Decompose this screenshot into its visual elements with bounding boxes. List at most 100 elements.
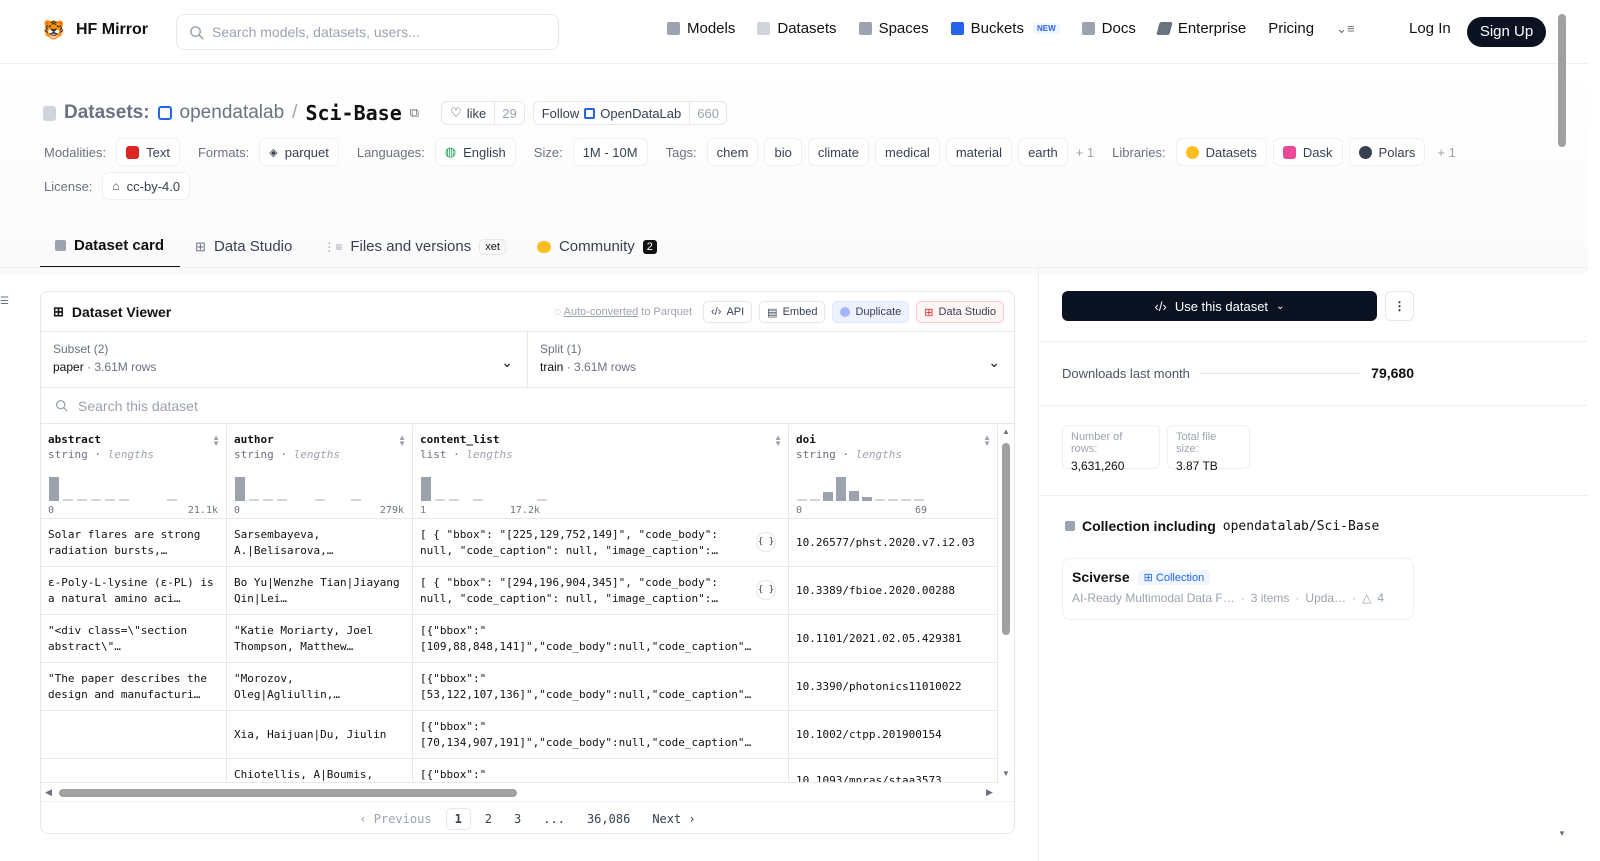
table-row[interactable]: ε-Poly-L-lysine (ε-PL) is a natural amin… <box>41 567 998 615</box>
more-options-icon[interactable]: ⋮ <box>1385 291 1414 321</box>
cell-abstract[interactable]: ε-Poly-L-lysine (ε-PL) is a natural amin… <box>41 567 227 615</box>
cell-doi[interactable]: 10.3390/photonics11010022 <box>789 663 998 711</box>
expand-json-icon[interactable]: { } <box>756 532 776 552</box>
nav-spaces[interactable]: Spaces <box>858 20 929 37</box>
cell-content-list[interactable]: [{"bbox":"[70,134,907,191]","code_body":… <box>413 711 789 759</box>
tag-language[interactable]: ◍ English <box>434 138 516 166</box>
nav-enterprise[interactable]: Enterprise <box>1156 20 1246 37</box>
duplicate-button[interactable]: Duplicate <box>832 301 910 323</box>
previous-page-button[interactable]: ‹ Previous <box>351 809 439 829</box>
grid-horizontal-scrollbar[interactable]: ◀ ▶ <box>41 786 998 800</box>
signup-button[interactable]: Sign Up <box>1467 17 1546 47</box>
next-page-button[interactable]: Next › <box>644 809 703 829</box>
cell-doi[interactable]: 10.26577/phst.2020.v7.i2.03 <box>789 519 998 567</box>
cell-content-list[interactable]: [ { "bbox": "[294,196,904,345]", "code_b… <box>413 567 789 615</box>
scroll-down-icon[interactable]: ▼ <box>1558 829 1566 838</box>
table-row[interactable]: "The paper describes the design and manu… <box>41 663 998 711</box>
tab-dataset-card[interactable]: Dataset card <box>40 225 181 268</box>
column-header-author[interactable]: author string · lengths ▲ ▼ 0 279k <box>227 425 413 519</box>
cell-author[interactable]: "Katie Moriarty, Joel Thompson, Matthew… <box>227 615 413 663</box>
api-button[interactable]: ‹/› API <box>703 301 753 323</box>
page-button[interactable]: 36,086 <box>579 809 638 829</box>
cell-doi[interactable]: 10.1093/mnras/staa3573 <box>789 759 998 782</box>
sort-icon[interactable]: ▲ ▼ <box>398 434 406 448</box>
subset-select[interactable]: Subset (2) paper · 3.61M rows ⌄ <box>41 332 527 387</box>
sort-icon[interactable]: ▲ ▼ <box>774 434 782 448</box>
nav-docs[interactable]: Docs <box>1081 20 1136 37</box>
repo-name[interactable]: Sci-Base <box>305 101 401 125</box>
cell-doi[interactable]: 10.1002/ctpp.201900154 <box>789 711 998 759</box>
cell-doi[interactable]: 10.3389/fbioe.2020.00288 <box>789 567 998 615</box>
scroll-right-icon[interactable]: ▶ <box>986 787 993 798</box>
embed-button[interactable]: ▤ Embed <box>759 301 826 323</box>
page-button[interactable]: 2 <box>477 809 500 829</box>
cell-content-list[interactable]: [ { "bbox": "[225,129,752,149]", "code_b… <box>413 519 789 567</box>
scrollbar-thumb[interactable] <box>1002 443 1010 635</box>
nav-models[interactable]: Models <box>667 20 735 37</box>
cell-abstract[interactable] <box>41 759 227 782</box>
scroll-up-icon[interactable]: ▲ <box>1002 427 1010 436</box>
tag-library[interactable]: Datasets <box>1175 138 1267 166</box>
cell-abstract[interactable] <box>41 711 227 759</box>
split-select[interactable]: Split (1) train · 3.61M rows ⌄ <box>527 332 1014 387</box>
use-this-dataset-button[interactable]: ‹/› Use this dataset ⌄ <box>1062 291 1377 321</box>
tag-item[interactable]: bio <box>764 138 802 166</box>
tag-license[interactable]: ⌂ cc-by-4.0 <box>102 172 191 200</box>
tag-format[interactable]: ◈ parquet <box>259 138 339 166</box>
tab-community[interactable]: Community 2 <box>522 225 673 268</box>
tag-item[interactable]: material <box>945 138 1013 166</box>
page-button[interactable]: 3 <box>506 809 529 829</box>
cell-author[interactable]: Bo Yu|Wenzhe Tian|Jiayang Qin|Lei… <box>227 567 413 615</box>
cell-content-list[interactable]: [{"bbox":" <box>413 759 789 782</box>
tab-files[interactable]: ⋮≡ Files and versions xet <box>308 225 522 268</box>
tag-library[interactable]: Dask <box>1272 138 1343 166</box>
tag-item[interactable]: earth <box>1018 138 1068 166</box>
nav-datasets[interactable]: Datasets <box>757 20 837 37</box>
follow-button[interactable]: Follow OpenDataLab 660 <box>532 101 727 125</box>
column-header-doi[interactable]: doi string · lengths ▲ ▼ 0 69 <box>789 425 998 519</box>
like-button[interactable]: ♡ like 29 <box>441 101 525 125</box>
tag-item[interactable]: chem <box>706 138 759 166</box>
scrollbar-thumb[interactable] <box>1558 14 1566 147</box>
libraries-more[interactable]: + 1 <box>1437 145 1455 160</box>
scrollbar-thumb[interactable] <box>59 789 517 797</box>
cell-abstract[interactable]: "The paper describes the design and manu… <box>41 663 227 711</box>
nav-more-menu-icon[interactable]: ⌄≡ <box>1336 21 1354 37</box>
cell-author[interactable]: Sarsembayeva, A.|Belisarova,… <box>227 519 413 567</box>
table-row[interactable]: Xia, Haijuan|Du, Jiulin [{"bbox":"[70,13… <box>41 711 998 759</box>
grid-vertical-scrollbar[interactable]: ▲ ▼ <box>999 425 1014 783</box>
nav-buckets[interactable]: Buckets NEW <box>950 20 1060 37</box>
tag-item[interactable]: climate <box>807 138 870 166</box>
tag-item[interactable]: medical <box>875 138 940 166</box>
collection-card[interactable]: Sciverse ⊞ Collection AI-Ready Multimodal… <box>1062 558 1414 620</box>
global-search-input[interactable]: Search models, datasets, users... <box>176 14 559 50</box>
cell-author[interactable]: Chiotellis, A|Boumis, <box>227 759 413 782</box>
nav-pricing[interactable]: Pricing <box>1268 20 1314 37</box>
tag-library[interactable]: Polars <box>1348 138 1426 166</box>
login-link[interactable]: Log In <box>1409 20 1451 37</box>
page-scrollbar[interactable]: ▼ <box>1555 0 1568 861</box>
sort-icon[interactable]: ▲ ▼ <box>983 434 991 448</box>
org-link[interactable]: opendatalab <box>180 102 285 124</box>
cell-abstract[interactable]: Solar flares are strong radiation bursts… <box>41 519 227 567</box>
tag-size[interactable]: 1M - 10M <box>572 138 648 166</box>
expand-json-icon[interactable]: { } <box>756 580 776 600</box>
scroll-down-icon[interactable]: ▼ <box>1002 769 1010 778</box>
brand-logo[interactable]: 🐯 HF Mirror <box>42 18 148 42</box>
column-header-content-list[interactable]: content_list list · lengths ▲ ▼ 1 17.2k <box>413 425 789 519</box>
scroll-left-icon[interactable]: ◀ <box>45 787 52 798</box>
table-row[interactable]: "<div class=\"section abstract\"… "Katie… <box>41 615 998 663</box>
tags-more[interactable]: + 1 <box>1076 145 1094 160</box>
cell-doi[interactable]: 10.1101/2021.02.05.429381 <box>789 615 998 663</box>
table-row[interactable]: Solar flares are strong radiation bursts… <box>41 519 998 567</box>
toc-toggle-icon[interactable]: ☰ <box>0 296 9 307</box>
data-studio-button[interactable]: ⊞ Data Studio <box>916 301 1004 323</box>
cell-abstract[interactable]: "<div class=\"section abstract\"… <box>41 615 227 663</box>
cell-content-list[interactable]: [{"bbox":"[109,88,848,141]","code_body":… <box>413 615 789 663</box>
tab-data-studio[interactable]: ⊞ Data Studio <box>180 225 308 268</box>
copy-icon[interactable]: ⧉ <box>410 105 419 121</box>
table-row[interactable]: Chiotellis, A|Boumis, [{"bbox":" 10.1093… <box>41 759 998 783</box>
page-button[interactable]: 1 <box>445 807 471 830</box>
auto-converted-link[interactable]: Auto-converted <box>564 306 639 318</box>
cell-author[interactable]: Xia, Haijuan|Du, Jiulin <box>227 711 413 759</box>
